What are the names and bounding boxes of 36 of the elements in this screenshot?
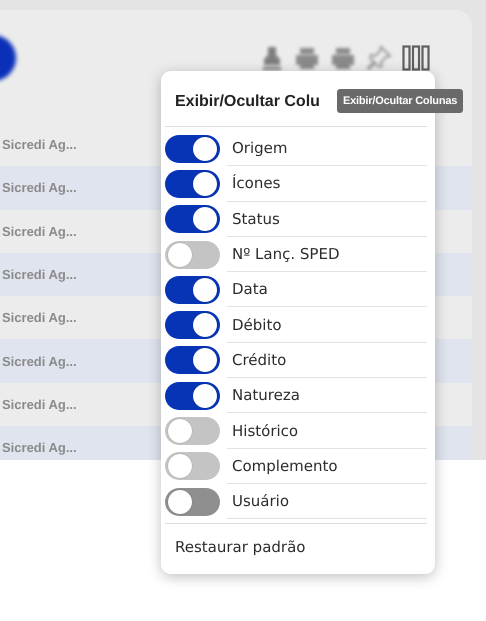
column-label: Data xyxy=(232,280,268,298)
toggle-switch[interactable] xyxy=(165,417,220,446)
printer-icon[interactable] xyxy=(330,46,356,70)
toggle-switch[interactable] xyxy=(165,452,220,480)
column-label: Origem xyxy=(232,139,288,158)
table-cell: Sicredi Ag... xyxy=(2,396,77,412)
column-label: Débito xyxy=(232,316,282,334)
restore-default-link[interactable]: Restaurar padrão xyxy=(161,524,306,556)
table-cell: Sicredi Ag... xyxy=(2,224,77,239)
toggle-switch[interactable] xyxy=(165,134,220,163)
toggle-switch[interactable] xyxy=(165,311,220,340)
toggle-switch[interactable] xyxy=(165,240,220,269)
columns-icon[interactable] xyxy=(402,45,430,71)
tooltip: Exibir/Ocultar Colunas xyxy=(337,89,464,113)
table-cell: Sicredi Ag... xyxy=(2,440,77,456)
column-label: Complemento xyxy=(232,456,338,475)
printer-icon[interactable] xyxy=(294,46,320,70)
column-label: Ícones xyxy=(232,174,280,192)
column-label: Crédito xyxy=(232,350,286,369)
column-label: Status xyxy=(232,210,280,228)
table-cell: Sicredi Ag... xyxy=(2,310,77,326)
table-cell: Sicredi Ag... xyxy=(2,137,77,152)
column-label: Histórico xyxy=(232,422,298,440)
toggle-switch[interactable] xyxy=(165,488,220,516)
table-cell: Sicredi Ag... xyxy=(2,354,77,369)
menu-title: Exibir/Ocultar Colu xyxy=(175,93,320,111)
toggle-switch[interactable] xyxy=(165,205,220,234)
toggle-switch[interactable] xyxy=(165,382,220,410)
table-cell: Sicredi Ag... xyxy=(2,267,77,282)
toggle-switch[interactable] xyxy=(165,170,220,198)
toggle-switch[interactable] xyxy=(165,346,220,374)
column-label: Nº Lanç. SPED xyxy=(232,245,340,264)
column-label: Natureza xyxy=(232,386,300,404)
toggle-switch[interactable] xyxy=(165,276,220,304)
column-label: Usuário xyxy=(232,492,290,510)
table-cell: Sicredi Ag... xyxy=(2,180,77,196)
